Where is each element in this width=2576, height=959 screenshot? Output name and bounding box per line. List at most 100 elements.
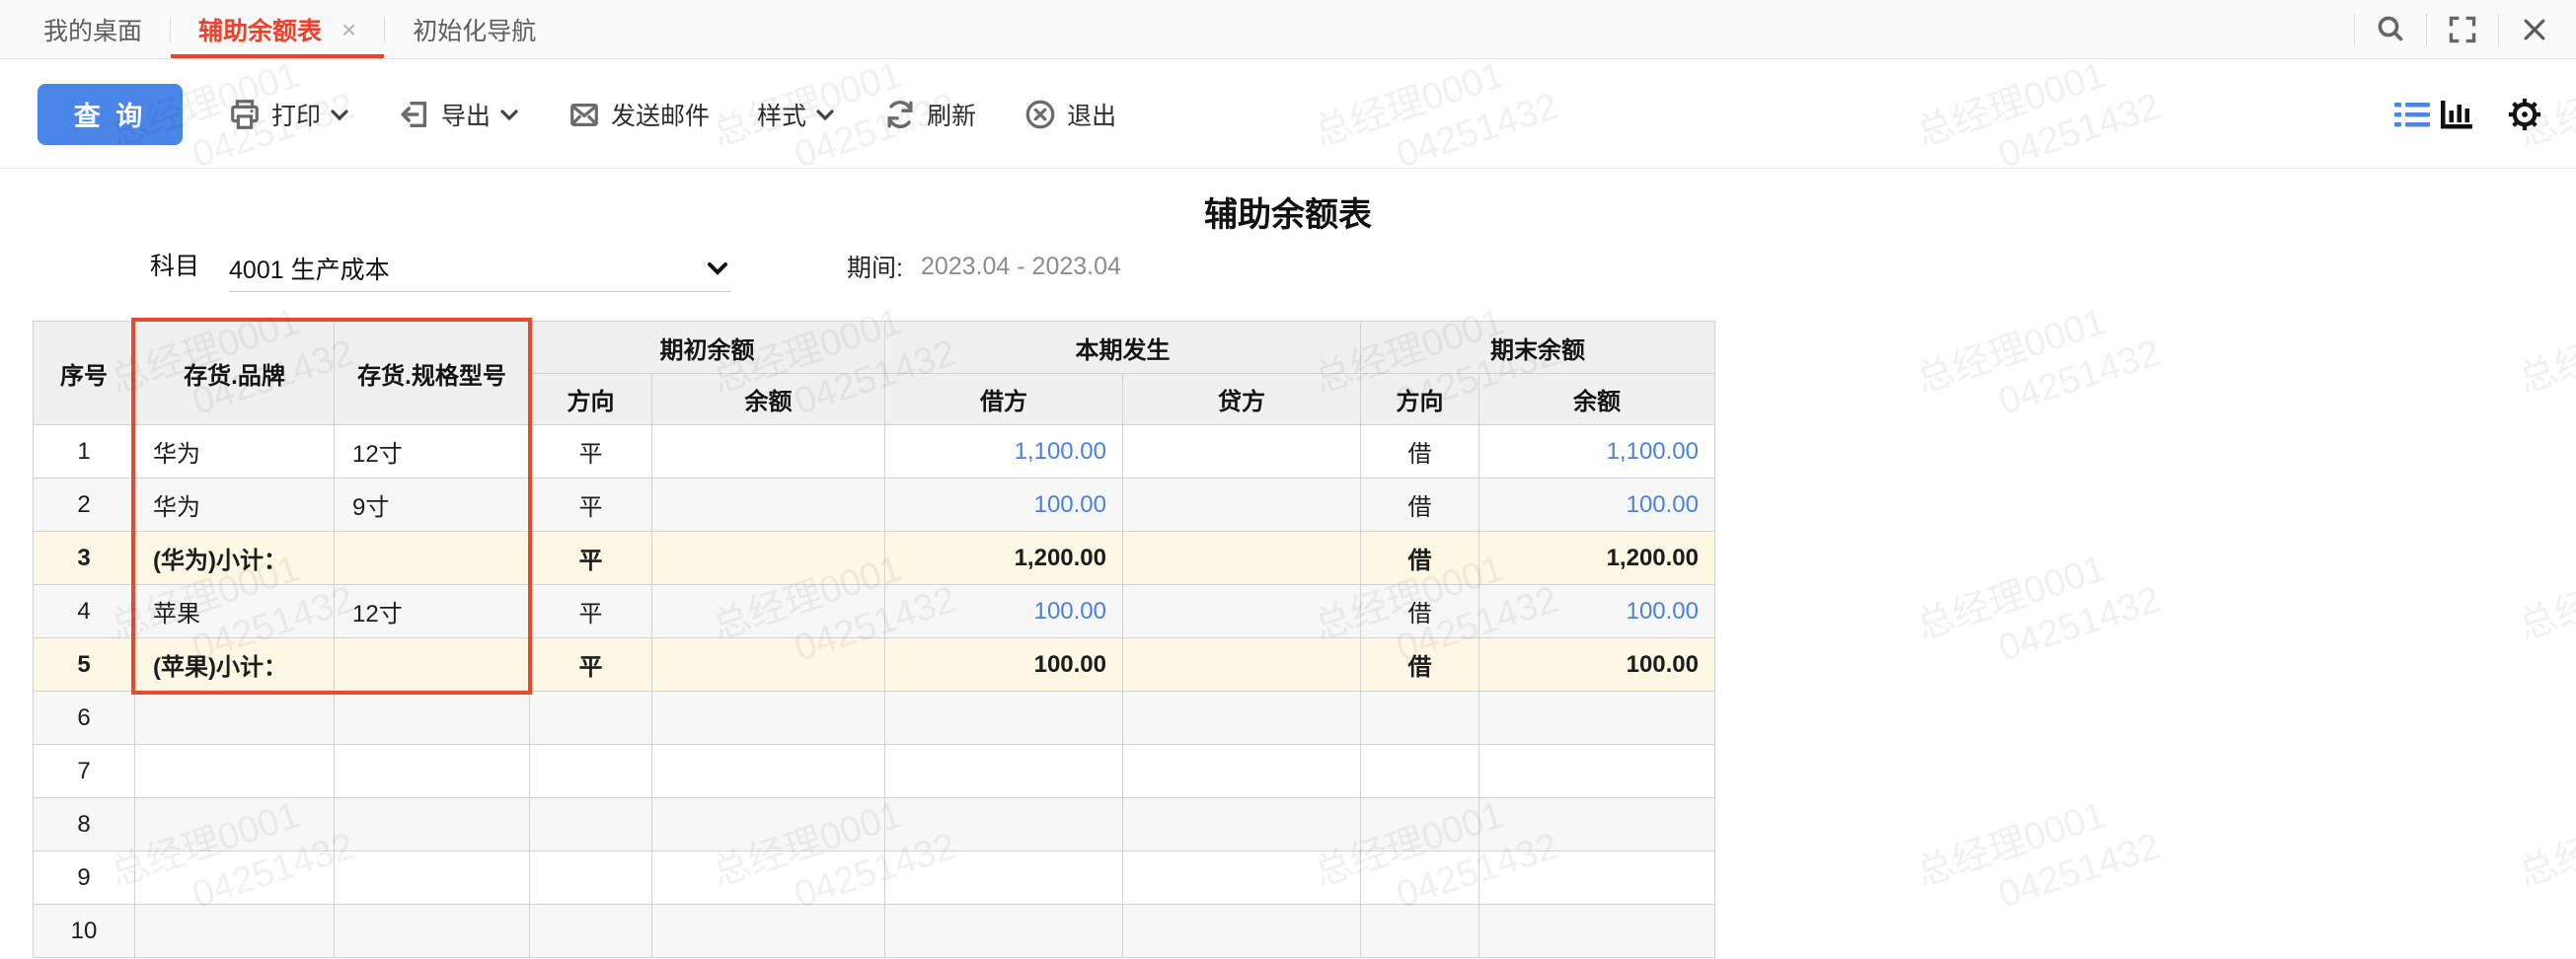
table-row[interactable]: 2华为9寸平100.00借100.00 [34,479,1715,532]
toolbar: 查 询 打印 [0,60,2576,169]
window-controls [2340,0,2576,58]
cell-credit [1123,479,1361,532]
printer-icon [228,98,262,131]
watermark: 总经理000104251432 [1911,779,2165,941]
balance-table: 序号 存货.品牌 存货.规格型号 期初余额 本期发生 期末余额 方向 余额 借方… [33,321,1715,958]
cell-bal_close[interactable]: 100.00 [1479,479,1715,532]
cell-dir_close: 借 [1361,479,1479,532]
subject-select[interactable]: 4001 生产成本 [229,245,730,292]
tab-close-icon[interactable]: × [341,17,356,42]
cell-bal_open [652,745,885,798]
cell-dir_close [1361,851,1479,905]
col-header-close-balance: 余额 [1479,374,1715,425]
tab-my-desktop[interactable]: 我的桌面 [16,0,170,58]
fullscreen-icon[interactable] [2441,8,2484,51]
cell-bal_open [652,692,885,745]
chart-view-icon[interactable] [2434,93,2477,136]
watermark: 总经理000104251432 [1911,286,2165,448]
close-icon[interactable] [2513,8,2556,51]
send-mail-button[interactable]: 发送邮件 [568,97,710,132]
cell-dir_open: 平 [530,425,652,479]
cell-bal_close [1479,692,1715,745]
cell-bal_open [652,585,885,638]
cell-spec: 9寸 [335,479,530,532]
exit-button[interactable]: 退出 [1023,97,1116,132]
table-row[interactable]: 8 [34,798,1715,851]
cell-dir_open [530,851,652,905]
table-row[interactable]: 6 [34,692,1715,745]
cell-dir_open [530,692,652,745]
cell-dir_open: 平 [530,532,652,585]
cell-bal_close[interactable]: 100.00 [1479,585,1715,638]
cell-credit [1123,585,1361,638]
cell-bal_open [652,851,885,905]
settings-gear-icon[interactable] [2503,93,2546,136]
period-value: 2023.04 - 2023.04 [921,253,1121,281]
chevron-down-icon [329,105,350,124]
cell-no: 2 [34,479,135,532]
watermark: 总经理000104251432 [2513,533,2576,695]
cell-bal_close: 1,200.00 [1479,532,1715,585]
export-label: 导出 [441,97,491,132]
cell-debit [885,745,1123,798]
period-filter: 期间: 2023.04 - 2023.04 [847,245,1121,288]
send-mail-label: 发送邮件 [611,97,710,132]
table-row[interactable]: 9 [34,851,1715,905]
view-switcher [2390,93,2546,136]
divider [2498,14,2499,45]
cell-no: 5 [34,638,135,692]
table-row[interactable]: 3(华为)小计：平1,200.00借1,200.00 [34,532,1715,585]
filter-row: 科目 4001 生产成本 期间: 2023.04 - 2023.04 [0,245,2576,296]
cell-brand [135,745,335,798]
cell-debit[interactable]: 100.00 [885,585,1123,638]
cell-spec [335,905,530,958]
cell-bal_open [652,479,885,532]
refresh-icon [883,98,917,131]
cell-bal_close [1479,851,1715,905]
active-tab-underline [171,54,384,58]
group-header-current: 本期发生 [885,322,1361,374]
query-button[interactable]: 查 询 [38,84,183,145]
col-header-open-balance: 余额 [652,374,885,425]
table-row[interactable]: 5(苹果)小计：平100.00借100.00 [34,638,1715,692]
cell-credit [1123,905,1361,958]
cell-brand [135,692,335,745]
cell-bal_open [652,638,885,692]
tab-auxiliary-balance[interactable]: 辅助余额表 × [171,0,384,58]
cell-dir_close [1361,905,1479,958]
cell-spec [335,851,530,905]
table-row[interactable]: 7 [34,745,1715,798]
cell-dir_close [1361,798,1479,851]
cell-debit[interactable]: 1,100.00 [885,425,1123,479]
col-header-close-direction: 方向 [1361,374,1479,425]
tab-label: 辅助余额表 [198,12,322,47]
tab-init-navigation[interactable]: 初始化导航 [385,0,564,58]
search-icon[interactable] [2369,8,2412,51]
cell-spec: 12寸 [335,585,530,638]
refresh-button[interactable]: 刷新 [883,97,976,132]
cell-no: 7 [34,745,135,798]
chevron-down-icon [814,105,836,124]
cell-credit [1123,851,1361,905]
cell-bal_close[interactable]: 1,100.00 [1479,425,1715,479]
cell-brand: 苹果 [135,585,335,638]
table-row[interactable]: 10 [34,905,1715,958]
cell-debit [885,905,1123,958]
cell-debit[interactable]: 100.00 [885,479,1123,532]
cell-dir_close [1361,745,1479,798]
export-button[interactable]: 导出 [398,97,520,132]
cell-brand [135,851,335,905]
table-row[interactable]: 1华为12寸平1,100.00借1,100.00 [34,425,1715,479]
page-title: 辅助余额表 [0,187,2576,236]
cell-dir_close: 借 [1361,532,1479,585]
style-label: 样式 [757,97,806,132]
table-row[interactable]: 4苹果12寸平100.00借100.00 [34,585,1715,638]
col-header-open-direction: 方向 [530,374,652,425]
cell-dir_close: 借 [1361,638,1479,692]
cell-brand: (苹果)小计： [135,638,335,692]
print-button[interactable]: 打印 [228,97,350,132]
cell-dir_open: 平 [530,479,652,532]
list-view-icon[interactable] [2390,93,2434,136]
cell-no: 9 [34,851,135,905]
style-button[interactable]: 样式 [757,97,836,132]
